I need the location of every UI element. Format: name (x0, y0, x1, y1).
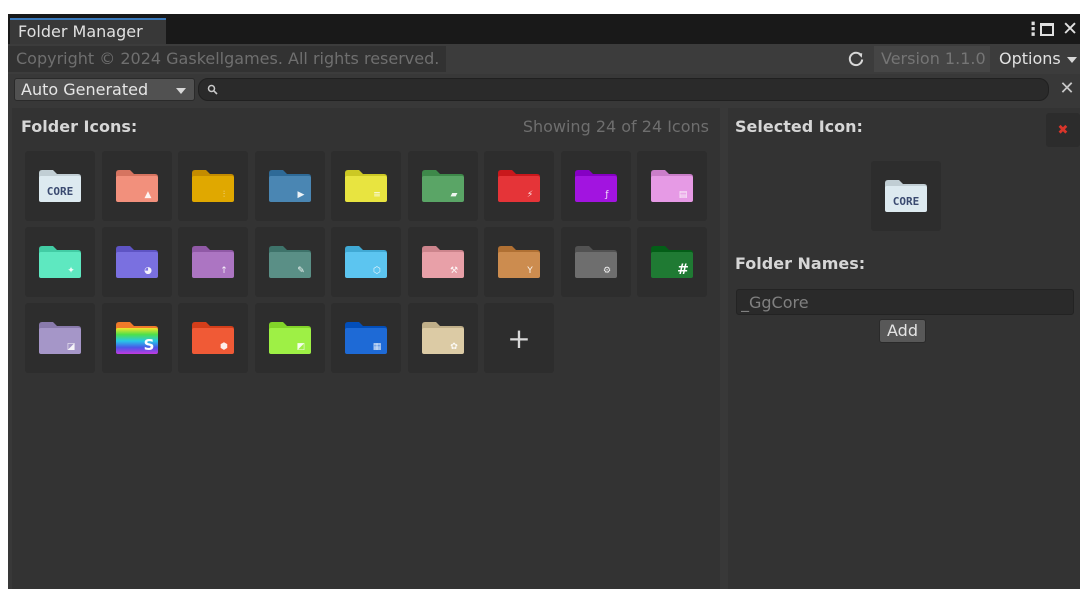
svg-text:✎: ✎ (297, 266, 305, 276)
svg-text:⚡: ⚡ (527, 190, 533, 200)
copyright-text: Copyright © 2024 Gaskellgames. All right… (8, 46, 446, 72)
data-folder-icon[interactable]: ▰ (407, 151, 478, 221)
art-folder-icon[interactable]: ▲ (101, 151, 172, 221)
add-name-button[interactable]: Add (879, 319, 926, 343)
script-folder-icon[interactable]: ƒ (560, 151, 631, 221)
prefab-folder-icon[interactable]: ⬡ (331, 227, 401, 297)
audio-mixer-folder-icon[interactable]: ⫶ (178, 151, 248, 221)
svg-text:✿: ✿ (450, 342, 458, 352)
refresh-button[interactable] (842, 46, 870, 72)
svg-text:↑: ↑ (220, 266, 228, 276)
image-folder-icon[interactable]: ▤ (637, 151, 707, 221)
header-bar: Copyright © 2024 Gaskellgames. All right… (8, 44, 1080, 74)
models-folder-icon[interactable]: ⬢ (178, 303, 248, 373)
version-label: Version 1.1.0 (874, 46, 990, 72)
filter-dropdown[interactable]: Auto Generated (14, 78, 195, 101)
svg-text:⫶: ⫶ (223, 189, 225, 200)
toolbar: Auto Generated ✕ (8, 76, 1080, 104)
settings-folder-icon[interactable]: ⚙ (560, 227, 631, 297)
csharp-folder-icon[interactable]: # (637, 227, 707, 297)
scenes-folder-icon[interactable]: ◪ (25, 303, 95, 373)
svg-text:◩: ◩ (296, 342, 305, 352)
filter-dropdown-value: Auto Generated (21, 80, 149, 99)
video-folder-icon[interactable]: ▶ (254, 151, 325, 221)
svg-text:⬡: ⬡ (373, 266, 381, 276)
selected-icon-preview: CORE (871, 161, 941, 231)
delete-icon: ✖ (1057, 122, 1069, 138)
svg-text:CORE: CORE (893, 195, 920, 208)
svg-text:▰: ▰ (450, 190, 457, 200)
selected-icon-title: Selected Icon: (735, 117, 863, 136)
svg-text:⬢: ⬢ (220, 342, 228, 352)
textures-folder-icon[interactable]: ◩ (254, 303, 325, 373)
upload-folder-icon[interactable]: ↑ (178, 227, 248, 297)
window-controls: ⋮ ✕ (1024, 16, 1080, 42)
tab-folder-manager[interactable]: Folder Manager (10, 18, 166, 44)
tab-bar: Folder Manager ⋮ ✕ (8, 14, 1080, 44)
icon-count-text: Showing 24 of 24 Icons (522, 117, 709, 136)
svg-text:#: # (677, 262, 689, 278)
svg-text:≡: ≡ (373, 190, 381, 200)
maximize-icon[interactable] (1040, 22, 1055, 36)
resources-folder-icon[interactable]: ✿ (407, 303, 478, 373)
svg-text:Y: Y (526, 266, 533, 276)
tiles-folder-icon[interactable]: ▦ (331, 303, 401, 373)
editor-folder-icon[interactable]: ⚡ (484, 151, 554, 221)
options-label: Options (999, 49, 1061, 68)
svg-text:◕: ◕ (144, 266, 152, 276)
close-icon[interactable]: ✕ (1062, 19, 1078, 39)
svg-text:◪: ◪ (67, 342, 76, 352)
add-icon-button[interactable]: + (484, 303, 554, 373)
chevron-down-icon (1066, 56, 1077, 63)
svg-text:CORE: CORE (47, 185, 74, 198)
kebab-menu-icon[interactable]: ⋮ (1024, 19, 1042, 40)
archive-folder-icon[interactable]: Y (484, 227, 554, 297)
folder-name-field[interactable] (736, 289, 1074, 315)
core-folder-icon: CORE (885, 180, 927, 212)
selected-icon-panel: Selected Icon: ✖ CORE Folder Names: Add (728, 108, 1080, 589)
physics-folder-icon[interactable]: ✦ (25, 227, 95, 297)
core-folder-icon[interactable]: CORE (25, 151, 95, 221)
svg-text:▦: ▦ (373, 342, 382, 352)
svg-text:▶: ▶ (297, 190, 304, 200)
svg-text:⚒: ⚒ (449, 266, 457, 276)
svg-text:▲: ▲ (144, 190, 151, 200)
tools-folder-icon[interactable]: ✎ (254, 227, 325, 297)
materials-folder-icon[interactable]: ◕ (101, 227, 172, 297)
svg-text:⚙: ⚙ (602, 266, 610, 276)
refresh-icon (848, 51, 864, 67)
document-folder-icon[interactable]: ≡ (331, 151, 401, 221)
folder-icons-panel: Folder Icons: Showing 24 of 24 Icons COR… (12, 108, 720, 589)
search-input[interactable] (223, 80, 1033, 99)
plus-icon: + (507, 321, 531, 355)
chevron-down-icon (176, 88, 186, 94)
svg-text:S: S (143, 336, 154, 354)
plugins-folder-icon[interactable]: ⚒ (407, 227, 478, 297)
svg-text:✦: ✦ (67, 266, 75, 276)
folder-manager-window: Folder Manager ⋮ ✕ Copyright © 2024 Gask… (8, 14, 1080, 589)
clear-search-icon[interactable]: ✕ (1056, 78, 1078, 101)
svg-text:▤: ▤ (679, 190, 688, 200)
search-icon (207, 84, 218, 95)
folder-names-title: Folder Names: (735, 254, 866, 273)
remove-icon-button[interactable]: ✖ (1046, 113, 1080, 147)
options-menu-button[interactable]: Options (994, 46, 1080, 72)
search-field[interactable] (198, 78, 1049, 101)
folder-icons-title: Folder Icons: (21, 117, 138, 136)
shaders-folder-icon[interactable]: S (101, 303, 172, 373)
